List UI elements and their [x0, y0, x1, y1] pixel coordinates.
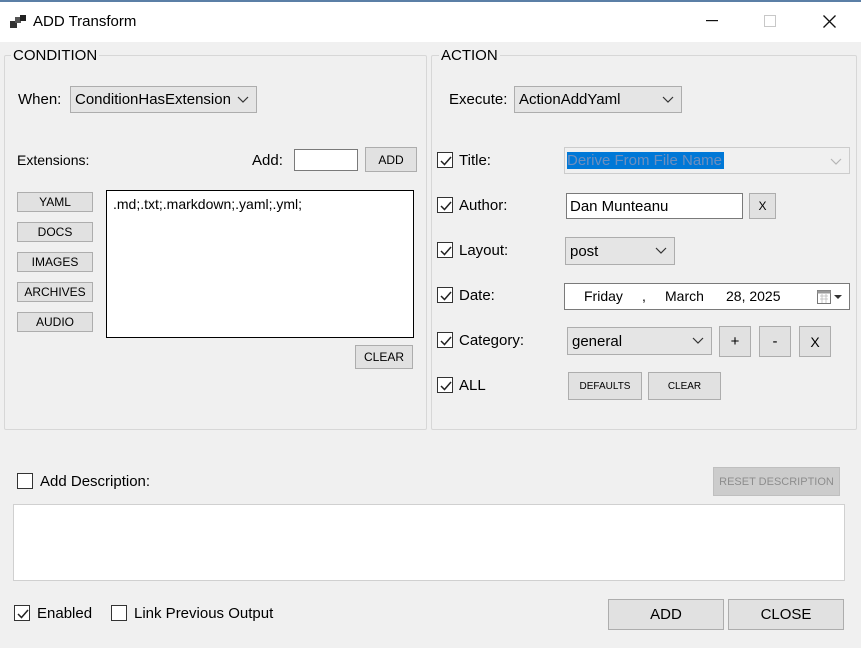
- category-select-value: general: [572, 332, 623, 350]
- date-day-year: 28, 2025: [726, 288, 781, 304]
- link-previous-output-checkbox[interactable]: [111, 605, 127, 621]
- close-window-button[interactable]: [806, 2, 852, 40]
- add-extension-button[interactable]: ADD: [365, 147, 417, 172]
- maximize-button[interactable]: [747, 2, 793, 40]
- condition-group-title: CONDITION: [11, 47, 100, 64]
- add-button[interactable]: ADD: [608, 599, 724, 630]
- extensions-textarea[interactable]: .md;.txt;.markdown;.yaml;.yml;: [106, 190, 414, 338]
- when-select[interactable]: ConditionHasExtension: [70, 86, 257, 113]
- checkmark-icon: [17, 609, 29, 619]
- execute-label: Execute:: [449, 91, 508, 108]
- preset-yaml-button[interactable]: YAML: [17, 192, 93, 212]
- when-select-value: ConditionHasExtension: [75, 91, 231, 108]
- author-clear-button[interactable]: X: [749, 193, 776, 219]
- category-checkbox[interactable]: [437, 332, 453, 348]
- title-combo-value: Derive From File Name: [567, 152, 725, 169]
- chevron-down-icon: [237, 96, 249, 103]
- author-checkbox[interactable]: [437, 197, 453, 213]
- link-previous-output-label: Link Previous Output: [134, 605, 274, 622]
- title-checkbox[interactable]: [437, 152, 453, 168]
- title-combo[interactable]: Derive From File Name: [564, 147, 850, 174]
- description-textarea[interactable]: [13, 504, 845, 581]
- minimize-button[interactable]: [689, 2, 735, 40]
- category-select[interactable]: general: [567, 327, 712, 355]
- date-picker[interactable]: Friday , March 28, 2025: [564, 283, 850, 310]
- action-group-title: ACTION: [439, 47, 500, 64]
- reset-description-button[interactable]: RESET DESCRIPTION: [713, 467, 840, 496]
- preset-images-button[interactable]: IMAGES: [17, 252, 93, 272]
- defaults-button[interactable]: DEFAULTS: [568, 372, 642, 400]
- close-button[interactable]: CLOSE: [728, 599, 844, 630]
- window-title: ADD Transform: [33, 13, 137, 30]
- chevron-down-icon: [692, 337, 704, 344]
- enabled-checkbox[interactable]: [14, 605, 30, 621]
- add-extension-label: Add:: [252, 152, 283, 169]
- layout-checkbox[interactable]: [437, 242, 453, 258]
- date-weekday: Friday: [584, 288, 623, 304]
- category-add-button[interactable]: +: [719, 326, 751, 357]
- calendar-icon: [817, 290, 842, 304]
- preset-archives-button[interactable]: ARCHIVES: [17, 282, 93, 302]
- chevron-down-icon: [655, 247, 667, 254]
- execute-select-value: ActionAddYaml: [519, 91, 621, 108]
- all-checkbox[interactable]: [437, 377, 453, 393]
- checkmark-icon: [440, 336, 452, 346]
- extensions-label: Extensions:: [17, 152, 90, 168]
- layout-select[interactable]: post: [565, 237, 675, 265]
- action-clear-button[interactable]: CLEAR: [648, 372, 721, 400]
- close-icon: [822, 14, 836, 28]
- when-label: When:: [18, 91, 62, 108]
- checkmark-icon: [440, 156, 452, 166]
- category-remove-button[interactable]: -: [759, 326, 791, 357]
- layout-select-value: post: [570, 242, 599, 260]
- all-label: ALL: [459, 377, 486, 394]
- checkmark-icon: [440, 246, 452, 256]
- author-label: Author:: [459, 197, 508, 214]
- category-label: Category:: [459, 332, 525, 349]
- checkmark-icon: [440, 201, 452, 211]
- date-checkbox[interactable]: [437, 287, 453, 303]
- author-input[interactable]: Dan Munteanu: [566, 193, 743, 219]
- title-label: Title:: [459, 152, 491, 169]
- chevron-down-icon: [830, 158, 842, 165]
- checkmark-icon: [440, 381, 452, 391]
- minimize-icon: [706, 20, 718, 22]
- preset-audio-button[interactable]: AUDIO: [17, 312, 93, 332]
- layout-label: Layout:: [459, 242, 509, 259]
- maximize-icon: [764, 15, 776, 27]
- enabled-label: Enabled: [37, 605, 93, 622]
- add-description-label: Add Description:: [40, 473, 151, 490]
- date-label: Date:: [459, 287, 495, 304]
- preset-docs-button[interactable]: DOCS: [17, 222, 93, 242]
- execute-select[interactable]: ActionAddYaml: [514, 86, 682, 113]
- date-month: March: [665, 288, 704, 304]
- date-separator: ,: [642, 288, 646, 304]
- clear-extensions-button[interactable]: CLEAR: [355, 345, 413, 369]
- add-description-checkbox[interactable]: [17, 473, 33, 489]
- chevron-down-icon: [662, 96, 674, 103]
- checkmark-icon: [440, 291, 452, 301]
- category-clear-button[interactable]: X: [799, 326, 831, 357]
- app-icon: [10, 15, 26, 28]
- add-extension-input[interactable]: [294, 149, 358, 171]
